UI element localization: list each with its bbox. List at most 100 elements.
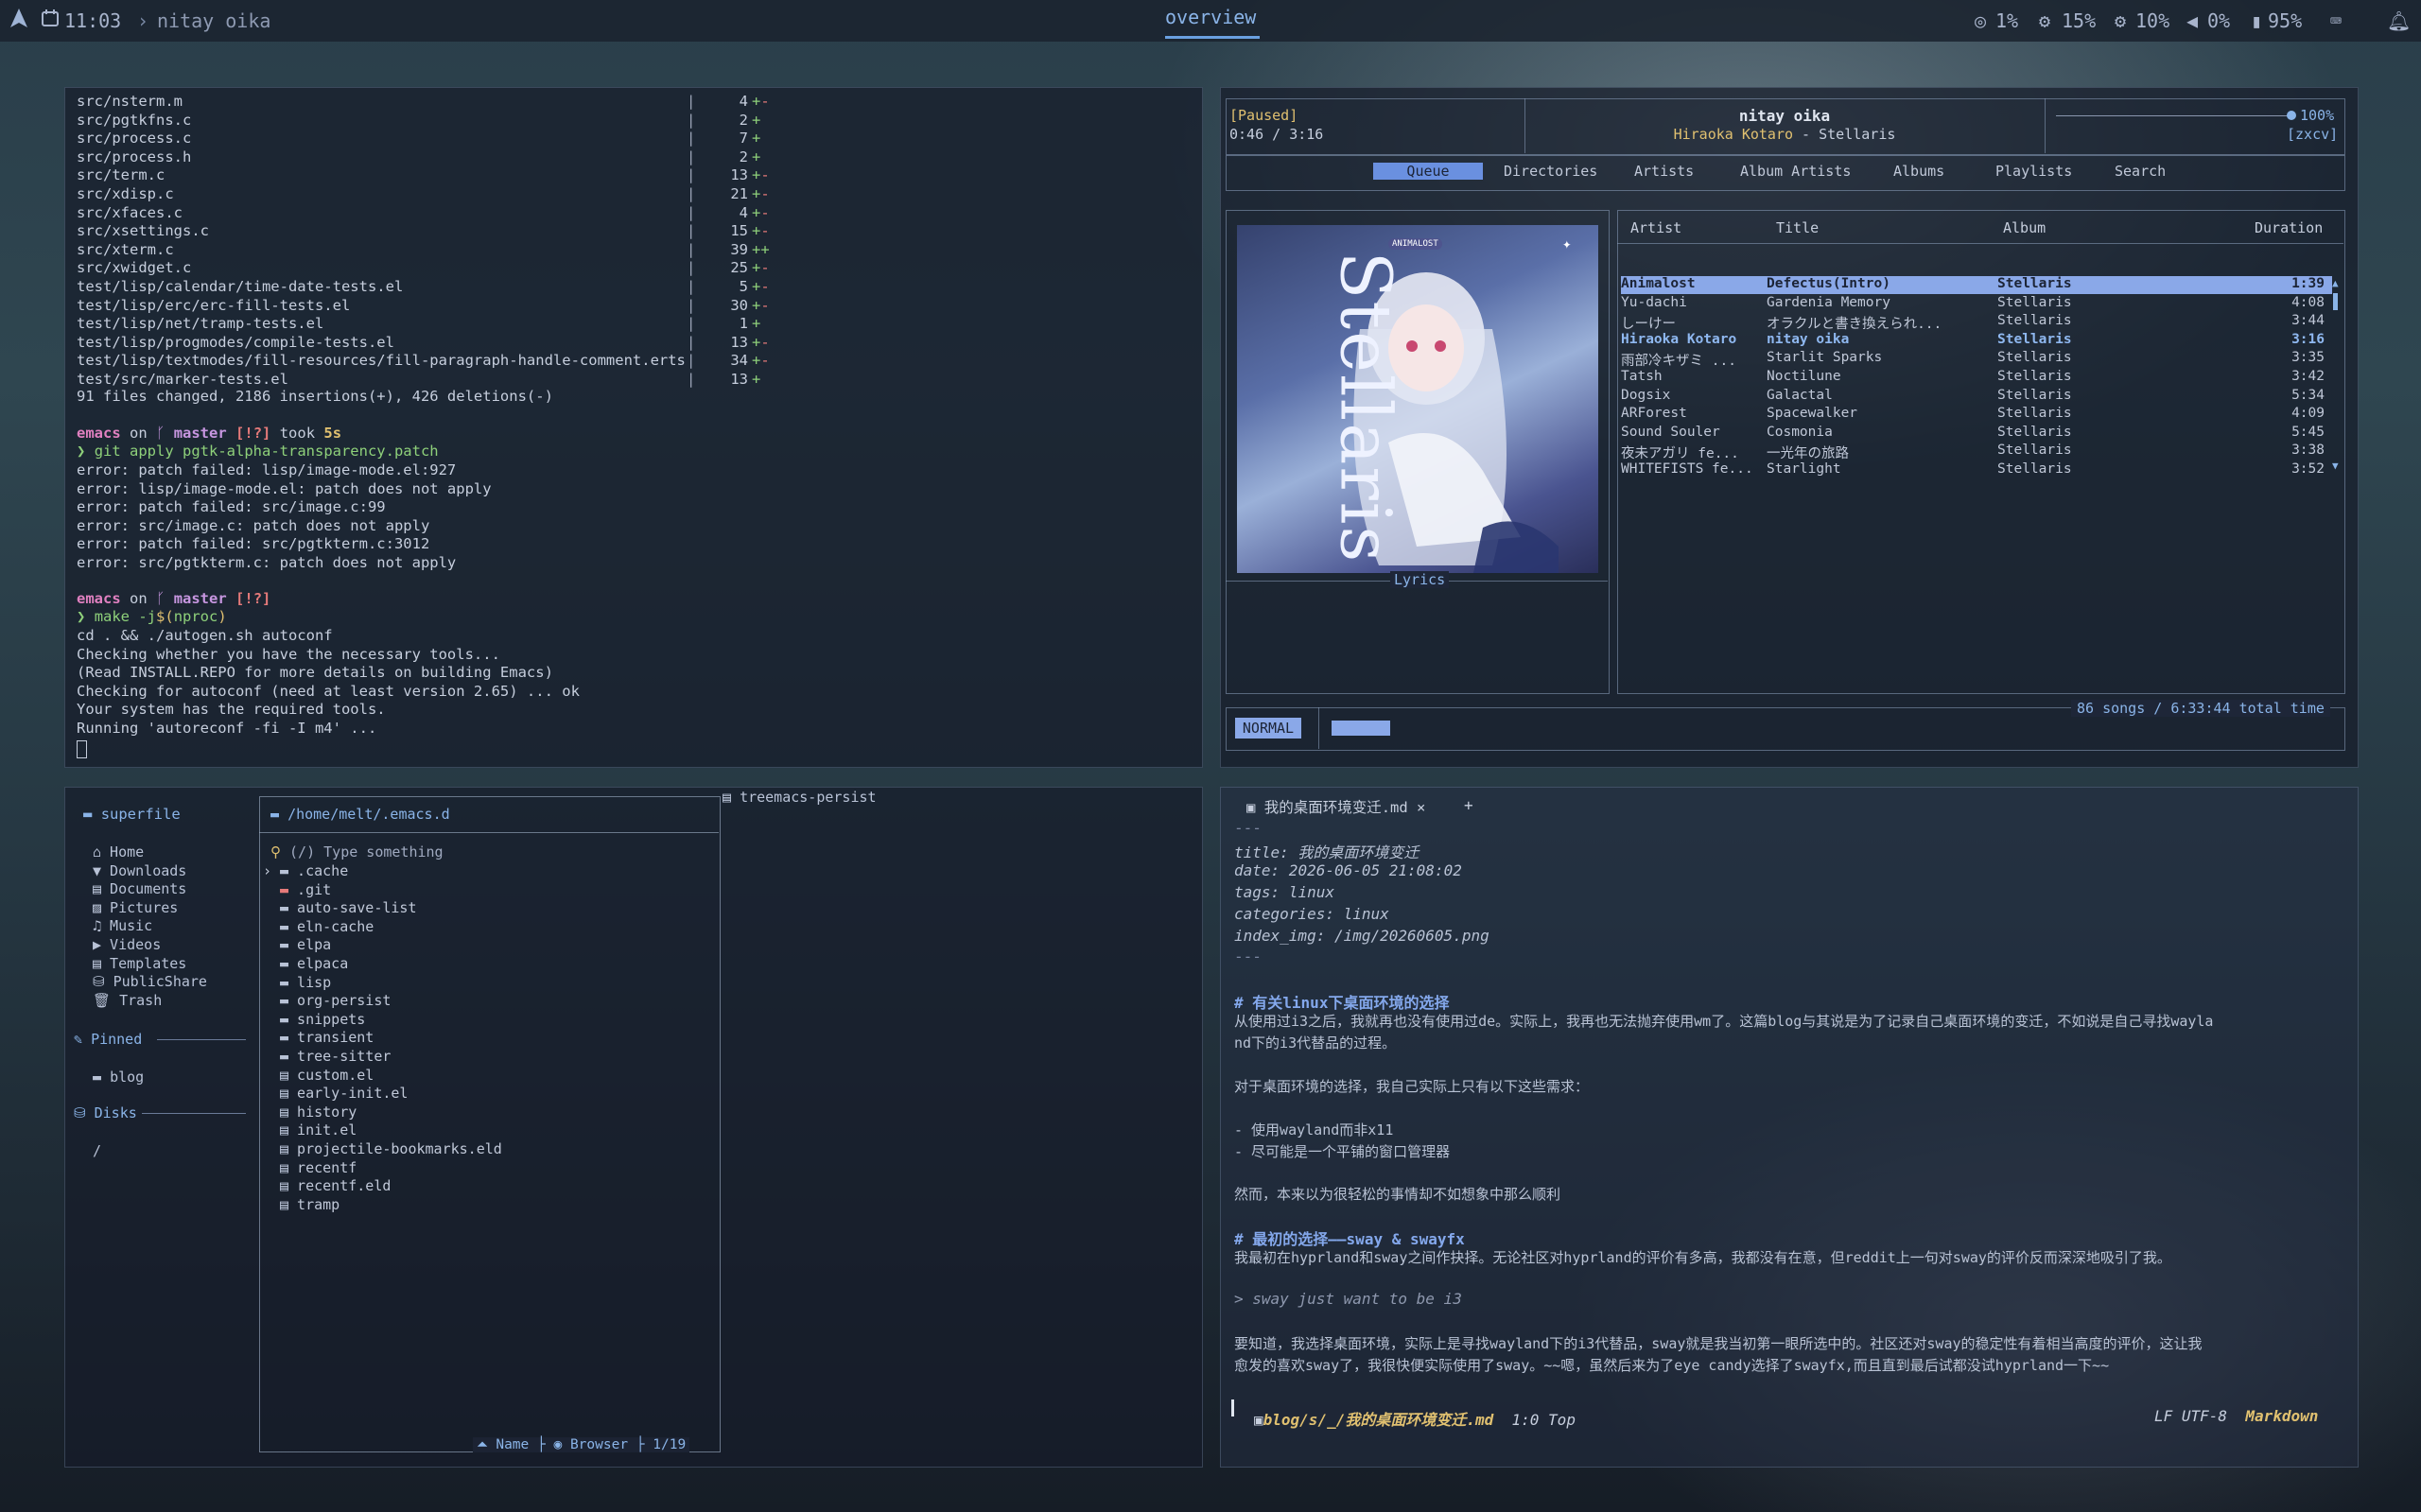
notification-bell-icon[interactable]: 🔔︎: [2387, 9, 2411, 32]
file-row[interactable]: ▬ eln-cache: [280, 918, 374, 935]
file-row[interactable]: ▬ .cache: [280, 862, 348, 879]
file-row[interactable]: ▤ recentf.eld: [280, 1177, 391, 1194]
diffstat-count: 13: [730, 166, 748, 184]
file-row[interactable]: ▤ tramp: [280, 1196, 340, 1213]
new-tab-button[interactable]: +: [1464, 796, 1473, 814]
queue-duration: 3:35: [2291, 350, 2325, 366]
file-row[interactable]: ▬ elpaca: [280, 955, 348, 972]
file-search[interactable]: ⚲ (/) Type something: [270, 843, 444, 860]
diffstat-bar: |: [687, 130, 696, 148]
scroll-up-icon[interactable]: ▲: [2332, 277, 2339, 289]
volume-icon[interactable]: ◀: [2186, 9, 2198, 32]
diffstat-bar: |: [687, 315, 696, 333]
song-progress[interactable]: [1332, 721, 1579, 736]
queue-row[interactable]: Yu-dachi Gardenia Memory Stellaris 4:08: [1621, 295, 2332, 313]
file-row[interactable]: ▬ auto-save-list: [280, 899, 417, 916]
volume-track[interactable]: [2056, 115, 2290, 116]
home-icon: ⌂: [93, 843, 102, 860]
sidebar-item-videos[interactable]: ▶ Videos: [93, 936, 161, 953]
disk-root[interactable]: /: [93, 1142, 101, 1159]
diffstat-bar: |: [687, 166, 696, 184]
prompt-duration: 5s: [323, 425, 342, 442]
diffstat-bar: |: [687, 296, 696, 314]
column-title[interactable]: Title: [1776, 219, 1819, 236]
file-row[interactable]: ▬ tree-sitter: [280, 1048, 391, 1065]
file-row[interactable]: ▤ history: [280, 1104, 357, 1121]
queue-row[interactable]: ARForest Spacewalker Stellaris 4:09: [1621, 406, 2332, 424]
diffstat-row: test/lisp/net/tramp-tests.el | 1 +: [77, 315, 795, 333]
heading-1: # 有关linux下桌面环境的选择: [1234, 990, 1449, 1013]
column-duration[interactable]: Duration: [2255, 219, 2323, 236]
fm-value: /img/20260605.png: [1325, 927, 1489, 945]
prompt-on: on: [130, 425, 148, 442]
arch-logo-icon[interactable]: [9, 8, 28, 28]
file-row[interactable]: ▬ elpa: [280, 936, 331, 953]
file-row[interactable]: ▬ org-persist: [280, 992, 391, 1009]
queue-row[interactable]: WHITEFISTS fe... Starlight Stellaris 3:52: [1621, 461, 2332, 479]
tab-search[interactable]: Search: [2115, 163, 2166, 180]
pinned-item-blog[interactable]: ▬ blog: [93, 1069, 144, 1086]
templates-icon: ▤: [93, 954, 102, 972]
tab-artists[interactable]: Artists: [1634, 163, 1694, 180]
pinned-divider: [157, 1039, 246, 1040]
workspace-overview[interactable]: overview: [1165, 6, 1256, 28]
sidebar-item-pictures[interactable]: ▨ Pictures: [93, 899, 178, 916]
diffstat-signs: +-: [752, 259, 770, 278]
tab-queue[interactable]: Queue: [1373, 163, 1483, 180]
editor-tab[interactable]: ▣ 我的桌面环境变迁.md ×: [1246, 796, 1425, 817]
file-row[interactable]: ▬ lisp: [280, 974, 331, 991]
sidebar-item-music[interactable]: ♫ Music: [93, 917, 152, 934]
queue-row[interactable]: Tatsh Noctilune Stellaris 3:42: [1621, 369, 2332, 387]
file-row[interactable]: ▬ transient: [280, 1029, 374, 1046]
star-icon: ✦: [1562, 235, 1572, 252]
column-artist[interactable]: Artist: [1630, 219, 1681, 236]
diffstat-row: test/lisp/erc/erc-fill-tests.el | 30 +-: [77, 297, 795, 315]
sidebar-item-trash[interactable]: 🗑︎ Trash: [93, 992, 162, 1009]
queue-artist: しーけー: [1621, 317, 1676, 333]
panel-mode[interactable]: Browser: [570, 1437, 628, 1452]
queue-row[interactable]: 雨部冷キザミ ... Starlit Sparks Stellaris 3:35: [1621, 350, 2332, 369]
sidebar-item-downloads[interactable]: ▼ Downloads: [93, 862, 186, 879]
scroll-down-icon[interactable]: ▼: [2332, 460, 2339, 472]
file-row[interactable]: ▤ early-init.el: [280, 1085, 408, 1102]
column-album[interactable]: Album: [2003, 219, 2046, 236]
file-name: lisp: [288, 973, 332, 991]
volume-knob[interactable]: [2287, 111, 2296, 120]
queue-row[interactable]: しーけー オラクルと書き換えられ... Stellaris 3:44: [1621, 313, 2332, 333]
tab-playlists[interactable]: Playlists: [1995, 163, 2072, 180]
queue-row[interactable]: 夜未アガリ fe... 一光年の旅路 Stellaris 3:38: [1621, 443, 2332, 461]
sidebar-item-templates[interactable]: ▤ Templates: [93, 955, 186, 972]
keyboard-icon[interactable]: ⌨: [2330, 9, 2342, 32]
queue-scrollbar[interactable]: [2333, 293, 2338, 310]
diffstat-bar: |: [687, 148, 696, 165]
queue-row[interactable]: Hiraoka Kotaro nitay oika Stellaris 3:16: [1621, 332, 2332, 350]
sort-mode[interactable]: Name: [496, 1437, 529, 1452]
folder-icon: ▬: [280, 862, 289, 879]
plus-sign: +: [752, 371, 761, 388]
folder-icon: ▬: [280, 1010, 289, 1028]
file-row[interactable]: ▤ recentf: [280, 1159, 357, 1176]
sidebar-item-publicshare[interactable]: ⛁ PublicShare: [93, 973, 207, 990]
diffstat-row: src/xdisp.c | 21 +-: [77, 185, 795, 203]
queue-row[interactable]: Sound Souler Cosmonia Stellaris 5:45: [1621, 425, 2332, 443]
modeline-major-mode[interactable]: Markdown: [2245, 1407, 2318, 1425]
tab-album-artists[interactable]: Album Artists: [1740, 163, 1851, 180]
file-row[interactable]: ▬ snippets: [280, 1011, 365, 1028]
file-row[interactable]: ▤ projectile-bookmarks.eld: [280, 1140, 502, 1157]
tab-albums[interactable]: Albums: [1893, 163, 1944, 180]
terminal-window[interactable]: src/nsterm.m | 4 +- src/pgtkfns.c | 2 + src/proc…: [64, 87, 1203, 768]
sidebar-item-documents[interactable]: ▤ Documents: [93, 880, 186, 897]
queue-row[interactable]: Dogsix Galactal Stellaris 5:34: [1621, 388, 2332, 406]
paragraph-5a: 要知道，我选择桌面环境，实际上是寻找wayland下的i3代替品，sway就是我…: [1234, 1335, 2203, 1352]
volume-value[interactable]: 0%: [2207, 9, 2230, 32]
tab-close-button[interactable]: ×: [1417, 799, 1425, 816]
queue-row[interactable]: Animalost Defectus(Intro) Stellaris 1:39: [1621, 276, 2332, 294]
file-row[interactable]: ▤ custom.el: [280, 1067, 374, 1084]
modeline-path: blog/s/_/我的桌面环境变迁.md: [1263, 1411, 1494, 1429]
tab-directories[interactable]: Directories: [1504, 163, 1597, 180]
file-row[interactable]: ▬ .git: [280, 881, 331, 898]
prompt-branch-2: master: [173, 590, 227, 607]
file-row[interactable]: ▤ init.el: [280, 1121, 357, 1138]
git-branch-icon-2: ᚴ: [156, 590, 165, 607]
sidebar-item-home[interactable]: ⌂ Home: [93, 843, 144, 860]
